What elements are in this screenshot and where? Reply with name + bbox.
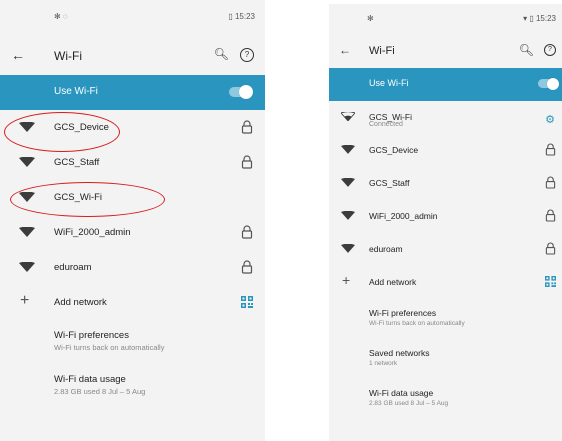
lock-icon: [545, 209, 556, 222]
network-name: WiFi_2000_admin: [369, 211, 438, 221]
network-name: eduroam: [54, 262, 92, 273]
pref-title: Wi-Fi data usage: [369, 388, 434, 398]
qr-code-icon[interactable]: [545, 276, 556, 287]
qr-code-icon[interactable]: [241, 296, 253, 308]
status-icons: ✻: [367, 14, 374, 23]
network-name: WiFi_2000_admin: [54, 227, 131, 238]
status-bar: ✻ ◌ ▯ 15:23: [0, 0, 265, 38]
status-clock: ▾ ▯ 15:23: [523, 14, 556, 23]
lock-icon: [241, 260, 253, 274]
help-circle-icon[interactable]: ?: [544, 44, 556, 56]
lock-icon: [545, 242, 556, 255]
search-icon[interactable]: 🔍︎: [519, 43, 534, 57]
search-icon[interactable]: 🔍︎: [214, 47, 229, 61]
plus-icon: +: [342, 272, 351, 288]
network-name: GCS_Staff: [369, 178, 410, 188]
status-clock: ▯ 15:23: [228, 12, 255, 21]
plus-icon: +: [20, 292, 30, 309]
wifi-signal-icon: [19, 227, 35, 237]
status-icons: ✻ ◌: [54, 12, 68, 21]
pref-title: Wi-Fi data usage: [54, 374, 126, 385]
network-list: GCS_Device GCS_Staff GCS_Wi-Fi WiFi_2000…: [0, 110, 265, 320]
wifi-preferences-item[interactable]: Wi-Fi preferences Wi-Fi turns back on au…: [329, 299, 562, 339]
arrow-left-icon[interactable]: ←: [339, 43, 351, 57]
wifi-signal-icon: [341, 244, 355, 253]
wifi-signal-icon: [19, 262, 35, 272]
pref-subtitle: 2.83 GB used 8 Jul – 5 Aug: [54, 387, 146, 396]
pref-subtitle: Wi-Fi turns back on automatically: [54, 343, 165, 352]
network-name: GCS_Device: [54, 122, 109, 133]
use-wifi-switch-bar[interactable]: Use Wi-Fi: [0, 75, 265, 110]
network-item[interactable]: GCS_Staff: [329, 167, 562, 200]
network-item[interactable]: eduroam: [329, 233, 562, 266]
wifi-signal-icon: [19, 122, 35, 132]
wifi-signal-icon: [341, 211, 355, 220]
app-toolbar: ← Wi-Fi 🔍︎ ?: [0, 38, 265, 75]
network-name: GCS_Device: [369, 145, 419, 155]
wifi-signal-icon: [19, 192, 35, 202]
gear-icon[interactable]: ⚙: [545, 115, 555, 126]
connected-network-item[interactable]: GCS_Wi-Fi Connected ⚙: [329, 101, 562, 134]
wifi-signal-icon: [341, 145, 355, 154]
wifi-signal-icon: [341, 112, 355, 121]
network-name: eduroam: [369, 244, 403, 254]
wifi-signal-icon: [19, 157, 35, 167]
wifi-data-usage-item[interactable]: Wi-Fi data usage 2.83 GB used 8 Jul – 5 …: [329, 379, 562, 419]
network-item[interactable]: GCS_Device: [329, 134, 562, 167]
lock-icon: [241, 120, 253, 134]
add-network-label: Add network: [54, 297, 107, 308]
use-wifi-switch-bar[interactable]: Use Wi-Fi: [329, 68, 562, 101]
pref-subtitle: Wi-Fi turns back on automatically: [369, 320, 465, 327]
page-title: Wi-Fi: [369, 45, 395, 57]
network-item[interactable]: WiFi_2000_admin: [329, 200, 562, 233]
use-wifi-toggle[interactable]: [229, 85, 253, 99]
use-wifi-label: Use Wi-Fi: [54, 86, 98, 97]
network-name: GCS_Wi-Fi: [54, 192, 103, 203]
arrow-left-icon[interactable]: ←: [11, 47, 25, 63]
left-phone-screen: ✻ ◌ ▯ 15:23 ← Wi-Fi 🔍︎ ? Use Wi-Fi GCS_D…: [0, 0, 265, 441]
pref-title: Wi-Fi preferences: [54, 330, 129, 341]
lock-icon: [241, 225, 253, 239]
wifi-preferences-item[interactable]: Wi-Fi preferences Wi-Fi turns back on au…: [0, 320, 265, 364]
add-network-item[interactable]: + Add network: [329, 266, 562, 299]
use-wifi-toggle[interactable]: [538, 77, 559, 90]
use-wifi-label: Use Wi-Fi: [369, 78, 409, 88]
saved-networks-item[interactable]: Saved networks 1 network: [329, 339, 562, 379]
network-item[interactable]: GCS_Device: [0, 110, 265, 145]
network-name: GCS_Staff: [54, 157, 100, 168]
pref-title: Saved networks: [369, 348, 430, 358]
status-bar: ✻ ▾ ▯ 15:23: [329, 4, 562, 36]
network-item[interactable]: WiFi_2000_admin: [0, 215, 265, 250]
add-network-item[interactable]: + Add network: [0, 285, 265, 320]
lock-icon: [545, 143, 556, 156]
network-item[interactable]: eduroam: [0, 250, 265, 285]
connection-status: Connected: [369, 121, 403, 128]
toggle-knob: [239, 85, 253, 99]
add-network-label: Add network: [369, 277, 417, 287]
toggle-knob: [547, 77, 559, 90]
network-item-gcs-wifi[interactable]: GCS_Wi-Fi: [0, 180, 265, 215]
right-phone-screen: ✻ ▾ ▯ 15:23 ← Wi-Fi 🔍︎ ? Use Wi-Fi GCS_W…: [329, 4, 562, 441]
app-toolbar: ← Wi-Fi 🔍︎ ?: [329, 36, 562, 68]
page-title: Wi-Fi: [54, 49, 82, 63]
lock-icon: [545, 176, 556, 189]
help-circle-icon[interactable]: ?: [240, 48, 254, 62]
wifi-data-usage-item[interactable]: Wi-Fi data usage 2.83 GB used 8 Jul – 5 …: [0, 364, 265, 408]
pref-title: Wi-Fi preferences: [369, 308, 437, 318]
lock-icon: [241, 155, 253, 169]
wifi-signal-icon: [341, 178, 355, 187]
pref-subtitle: 1 network: [369, 360, 398, 367]
network-item[interactable]: GCS_Staff: [0, 145, 265, 180]
pref-subtitle: 2.83 GB used 8 Jul – 5 Aug: [369, 400, 449, 407]
network-list: GCS_Wi-Fi Connected ⚙ GCS_Device GCS_Sta…: [329, 101, 562, 299]
